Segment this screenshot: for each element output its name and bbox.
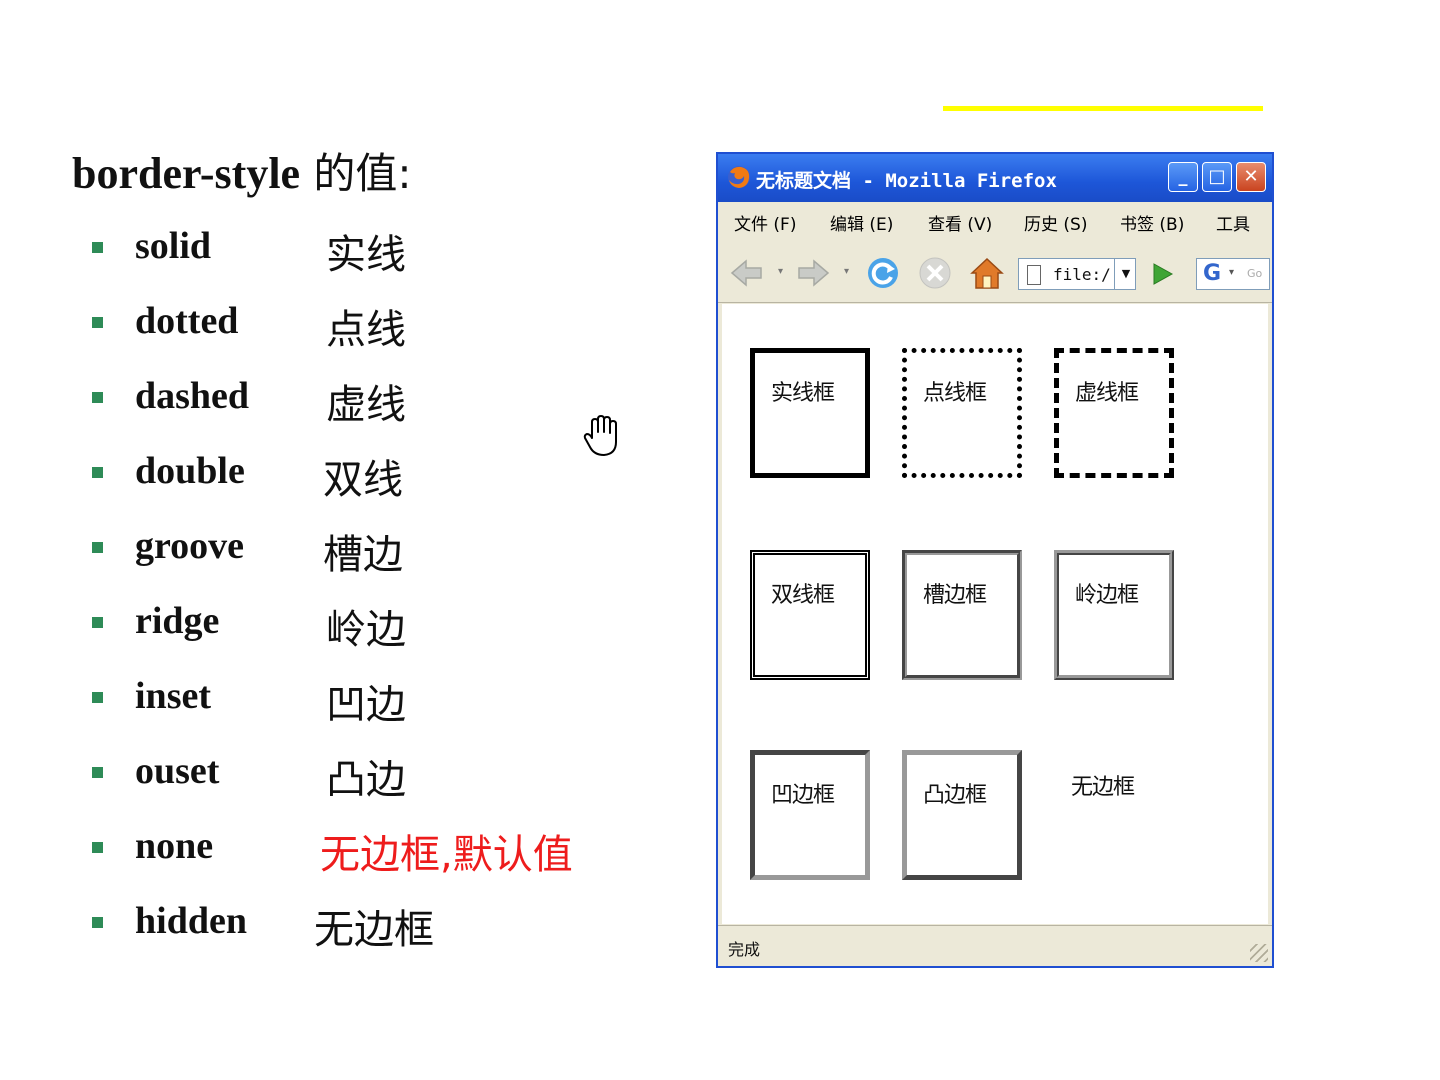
page-content: 实线框 点线框 虚线框 双线框 槽边框 岭边框 凹边框 凸边框 无边框	[722, 304, 1268, 924]
bullet-marker	[92, 692, 103, 703]
bullet-marker	[92, 542, 103, 553]
close-button[interactable]: ✕	[1236, 162, 1266, 192]
status-text: 完成	[728, 940, 761, 959]
bullet-term: ridge	[135, 600, 220, 642]
solid-border-box: 实线框	[750, 348, 870, 478]
bullet-desc: 凹边	[326, 682, 406, 728]
url-text: file:/	[1053, 265, 1111, 284]
window-titlebar[interactable]: 无标题文档 - Mozilla Firefox _ □ ✕	[718, 154, 1272, 202]
box-label: 槽边框	[923, 583, 987, 608]
reload-icon[interactable]	[864, 254, 902, 292]
menu-edit[interactable]: 编辑 (E)	[830, 210, 893, 235]
box-label: 凸边框	[923, 783, 987, 808]
bullet-marker	[92, 617, 103, 628]
title-property: border-style	[72, 149, 301, 198]
forward-dropdown-icon[interactable]: ▾	[844, 266, 849, 277]
url-dropdown-icon[interactable]: ▼	[1114, 258, 1137, 290]
bullet-desc-highlight: 无边框,默认值	[320, 832, 573, 878]
bullet-marker	[92, 242, 103, 253]
back-arrow-icon[interactable]	[728, 254, 766, 292]
box-label: 虚线框	[1075, 381, 1139, 406]
box-label: 实线框	[771, 381, 835, 406]
bullet-term: ouset	[135, 750, 220, 792]
maximize-button[interactable]: □	[1202, 162, 1232, 192]
bullet-marker	[92, 467, 103, 478]
bullet-term: double	[135, 450, 245, 492]
bullet-marker	[92, 767, 103, 778]
bullet-marker	[92, 917, 103, 928]
go-arrow-icon[interactable]	[1146, 258, 1178, 290]
list-item: none 无边框,默认值	[92, 820, 652, 895]
status-bar: 完成	[718, 925, 1272, 966]
list-item: ridge 岭边	[92, 595, 652, 670]
bullet-marker	[92, 392, 103, 403]
window-title: 无标题文档 - Mozilla Firefox	[756, 170, 1057, 192]
title-suffix: 的值:	[300, 149, 412, 198]
bullet-marker	[92, 317, 103, 328]
bullet-marker	[92, 842, 103, 853]
bullet-desc: 岭边	[326, 607, 406, 653]
home-icon[interactable]	[968, 254, 1006, 292]
bullet-desc: 双线	[323, 457, 403, 503]
dotted-border-box: 点线框	[902, 348, 1022, 478]
bullet-desc: 凸边	[326, 757, 406, 803]
nav-toolbar: ▾ ▾ file:/ ▼ G ▾ Go	[718, 244, 1272, 303]
minimize-button[interactable]: _	[1168, 162, 1198, 192]
no-border-box: 无边框	[1054, 750, 1174, 880]
resize-grip-icon[interactable]	[1250, 944, 1268, 962]
list-item: dashed 虚线	[92, 370, 652, 445]
list-item: groove 槽边	[92, 520, 652, 595]
list-item: inset 凹边	[92, 670, 652, 745]
bullet-term: dotted	[135, 300, 239, 342]
menu-view[interactable]: 查看 (V)	[928, 210, 992, 235]
stop-icon[interactable]	[916, 254, 954, 292]
inset-border-box: 凹边框	[750, 750, 870, 880]
list-item: ouset 凸边	[92, 745, 652, 820]
bullet-term: hidden	[135, 900, 247, 942]
page-icon	[1027, 265, 1041, 285]
double-border-box: 双线框	[750, 550, 870, 680]
groove-border-box: 槽边框	[902, 550, 1022, 680]
menu-history[interactable]: 历史 (S)	[1024, 210, 1087, 235]
search-placeholder: Go	[1247, 267, 1263, 280]
search-engine-dropdown-icon[interactable]: ▾	[1229, 267, 1234, 278]
search-input[interactable]: G ▾ Go	[1196, 258, 1270, 290]
list-item: double 双线	[92, 445, 652, 520]
bullet-desc: 无边框	[314, 907, 434, 953]
bullet-term: inset	[135, 675, 211, 717]
list-item: hidden 无边框	[92, 895, 652, 970]
menu-tools[interactable]: 工具	[1216, 210, 1250, 235]
ridge-border-box: 岭边框	[1054, 550, 1174, 680]
list-item: solid 实线	[92, 220, 652, 295]
forward-arrow-icon[interactable]	[794, 254, 832, 292]
browser-window: 无标题文档 - Mozilla Firefox _ □ ✕ 文件 (F) 编辑 …	[716, 152, 1274, 968]
hand-cursor-icon	[583, 415, 617, 456]
box-label: 无边框	[1071, 775, 1135, 800]
outset-border-box: 凸边框	[902, 750, 1022, 880]
bullet-term: groove	[135, 525, 245, 567]
list-item: dotted 点线	[92, 295, 652, 370]
bullet-desc: 槽边	[323, 532, 403, 578]
menu-bookmarks[interactable]: 书签 (B)	[1120, 210, 1184, 235]
dashed-border-box: 虚线框	[1054, 348, 1174, 478]
box-label: 双线框	[771, 583, 835, 608]
bullet-list: solid 实线 dotted 点线 dashed 虚线 double 双线 groov…	[92, 220, 652, 970]
menu-bar: 文件 (F) 编辑 (E) 查看 (V) 历史 (S) 书签 (B) 工具	[718, 202, 1272, 242]
box-label: 岭边框	[1075, 583, 1139, 608]
bullet-desc: 虚线	[326, 382, 406, 428]
box-label: 凹边框	[771, 783, 835, 808]
slide-title: border-style 的值:	[72, 140, 412, 201]
box-label: 点线框	[923, 381, 987, 406]
bullet-desc: 实线	[326, 232, 406, 278]
bullet-desc: 点线	[326, 307, 406, 353]
firefox-logo-icon	[728, 166, 750, 188]
menu-file[interactable]: 文件 (F)	[734, 210, 796, 235]
bullet-term: dashed	[135, 375, 250, 417]
search-engine-icon[interactable]: G	[1199, 261, 1225, 287]
yellow-accent-line	[943, 106, 1263, 111]
bullet-term: none	[135, 825, 214, 867]
back-dropdown-icon[interactable]: ▾	[778, 266, 783, 277]
bullet-term: solid	[135, 225, 212, 267]
